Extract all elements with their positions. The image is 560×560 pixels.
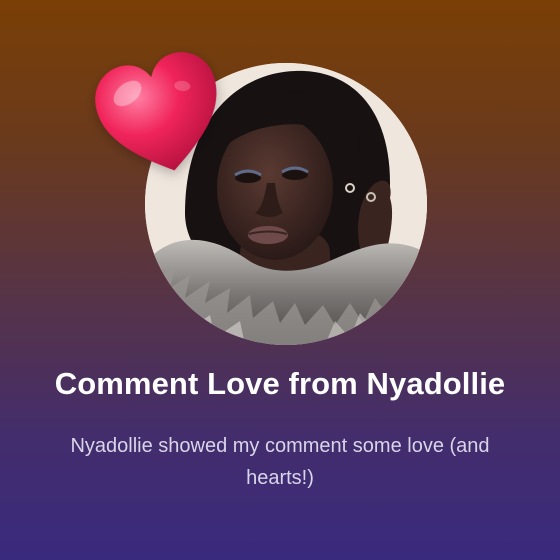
- card-title: Comment Love from Nyadollie: [54, 366, 506, 401]
- comment-love-card: Comment Love from Nyadollie Nyadollie sh…: [0, 0, 560, 560]
- card-subtitle: Nyadollie showed my comment some love (a…: [70, 435, 490, 489]
